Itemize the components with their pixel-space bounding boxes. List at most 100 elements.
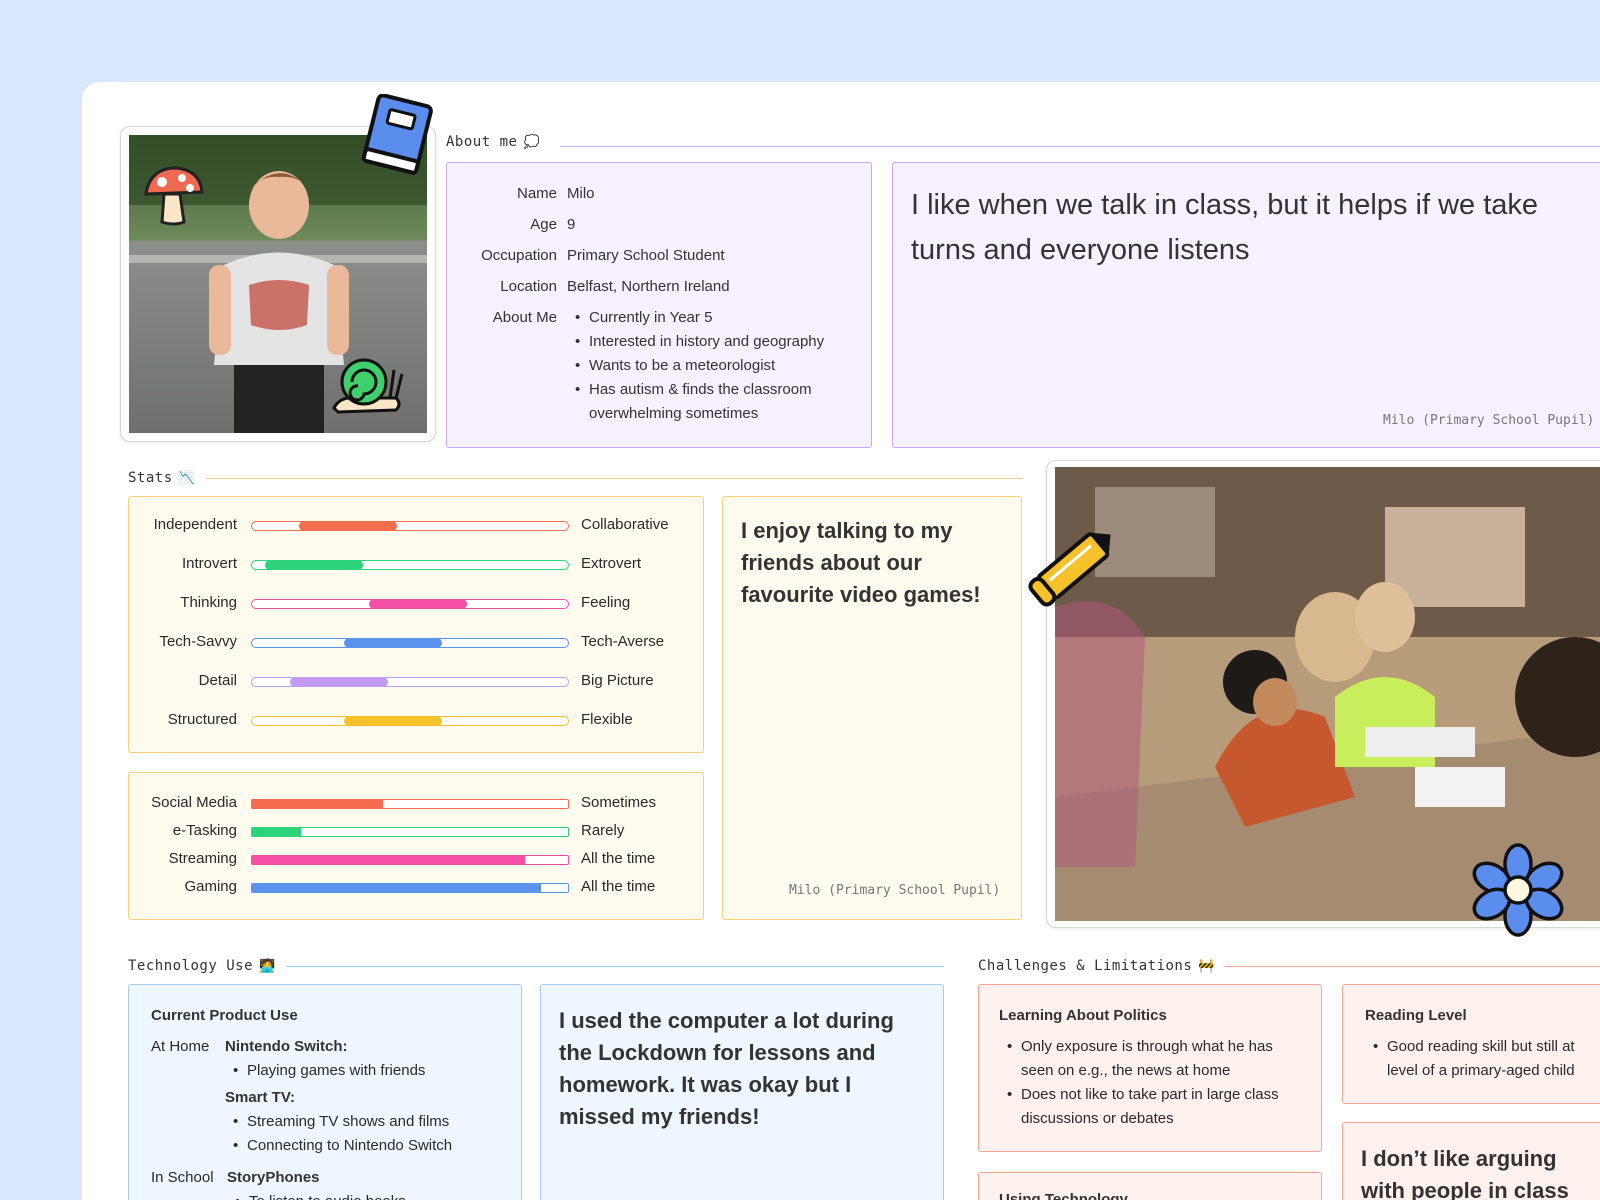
trait-right-label: Tech-Averse: [581, 633, 665, 650]
trait-slider-row: Structured Flexible: [129, 708, 703, 732]
thought-bubble-icon: 💭: [523, 134, 541, 150]
usage-bar-row: Gaming All the time: [129, 875, 703, 899]
usage-bar-row: e-Tasking Rarely: [129, 819, 703, 843]
technology-challenge-title: Using Technology: [999, 1191, 1128, 1200]
usage-bar-row: Streaming All the time: [129, 847, 703, 871]
usage-label: Social Media: [151, 794, 237, 811]
trait-slider-row: Detail Big Picture: [129, 669, 703, 693]
usage-value: Sometimes: [581, 794, 657, 811]
usage-track: [250, 798, 569, 809]
trait-left-label: Thinking: [180, 594, 237, 611]
usage-fill: [250, 854, 526, 865]
smart-tv-list: Streaming TV shows and films Connecting …: [225, 1110, 515, 1158]
current-product-use-panel: Current Product Use At Home Nintendo Swi…: [128, 984, 522, 1200]
school-label: In School: [151, 1169, 214, 1186]
list-item: Playing games with friends: [225, 1059, 515, 1083]
stats-section-divider: [206, 478, 1022, 479]
home-label: At Home: [151, 1038, 210, 1055]
stats-quote-attribution: Milo (Primary School Pupil): [789, 883, 1001, 898]
trait-track: [251, 637, 569, 648]
technology-quote-panel: I used the computer a lot during the Loc…: [540, 984, 944, 1200]
politics-panel: Learning About Politics Only exposure is…: [978, 984, 1322, 1152]
chart-icon: 📉: [178, 470, 196, 486]
technology-section-divider: [286, 966, 944, 967]
list-item: Has autism & finds the classroom overwhe…: [567, 378, 857, 426]
trait-fill: [368, 598, 467, 609]
usage-track: [250, 882, 569, 893]
politics-title: Learning About Politics: [999, 1007, 1167, 1024]
about-details-panel: Name Milo Age 9 Occupation Primary Schoo…: [446, 162, 872, 448]
trait-left-label: Detail: [198, 672, 237, 689]
usage-bar-row: Social Media Sometimes: [129, 791, 703, 815]
trait-fill: [343, 637, 442, 648]
usage-fill: [250, 826, 302, 837]
about-me-list: Currently in Year 5 Interested in histor…: [567, 306, 857, 426]
challenges-section-divider: [1224, 966, 1600, 967]
usage-label: Gaming: [184, 878, 237, 895]
usage-fill: [250, 882, 542, 893]
list-item: To listen to audio books: [227, 1190, 517, 1200]
trait-track: [251, 598, 569, 609]
trait-right-label: Big Picture: [581, 672, 654, 689]
usage-fill: [250, 798, 384, 809]
list-item: Good reading skill but still at level of…: [1365, 1035, 1595, 1083]
trait-left-label: Introvert: [181, 555, 237, 572]
list-item: Streaming TV shows and films: [225, 1110, 515, 1134]
list-item: Connecting to Nintendo Switch: [225, 1134, 515, 1158]
trait-right-label: Collaborative: [581, 516, 669, 533]
reading-level-panel: Reading Level Good reading skill but sti…: [1342, 984, 1600, 1104]
trait-right-label: Feeling: [581, 594, 631, 611]
list-item: Does not like to take part in large clas…: [999, 1083, 1299, 1131]
about-section-title: About me 💭: [446, 134, 541, 150]
trait-track: [251, 559, 569, 570]
media-usage-panel: Social Media Sometimes e-Tasking Rarely Stre…: [128, 772, 704, 920]
trait-track: [251, 715, 569, 726]
reading-level-list: Good reading skill but still at level of…: [1365, 1035, 1595, 1083]
trait-fill: [343, 715, 442, 726]
technology-challenge-panel: Using Technology: [978, 1172, 1322, 1200]
usage-value: All the time: [581, 878, 656, 895]
list-item: Currently in Year 5: [567, 306, 857, 330]
technology-section-title: Technology Use 🧑‍💻: [128, 958, 276, 974]
stats-quote-panel: I enjoy talking to my friends about our …: [722, 496, 1022, 920]
challenges-quote: I don’t like arguing with people in clas…: [1361, 1146, 1569, 1200]
usage-value: All the time: [581, 850, 656, 867]
nintendo-switch-label: Nintendo Switch:: [225, 1038, 348, 1055]
usage-value: Rarely: [581, 822, 625, 839]
trait-left-label: Structured: [167, 711, 237, 728]
pencil-sticker-icon: [1020, 516, 1126, 616]
book-sticker-icon: [360, 93, 436, 178]
storyphones-label: StoryPhones: [227, 1169, 320, 1186]
usage-track: [250, 826, 569, 837]
storyphones-list: To listen to audio books: [227, 1190, 517, 1200]
trait-right-label: Flexible: [581, 711, 633, 728]
challenges-quote-panel: I don’t like arguing with people in clas…: [1342, 1122, 1600, 1200]
usage-label: Streaming: [168, 850, 237, 867]
challenges-section-title: Challenges & Limitations 🚧: [978, 958, 1215, 974]
trait-slider-row: Tech-Savvy Tech-Averse: [129, 630, 703, 654]
usage-track: [250, 854, 569, 865]
computer-user-icon: 🧑‍💻: [259, 958, 276, 974]
current-product-use-title: Current Product Use: [151, 1007, 298, 1024]
list-item: Interested in history and geography: [567, 330, 857, 354]
about-quote-attribution: Milo (Primary School Pupil): [1383, 413, 1595, 428]
construction-barrier-icon: 🚧: [1198, 958, 1215, 974]
trait-track: [251, 676, 569, 687]
flower-sticker-icon: [1470, 842, 1566, 938]
trait-track: [251, 520, 569, 531]
trait-slider-row: Introvert Extrovert: [129, 552, 703, 576]
usage-label: e-Tasking: [172, 822, 237, 839]
trait-fill: [264, 559, 363, 570]
about-section-divider: [560, 146, 1600, 147]
trait-fill: [299, 520, 398, 531]
trait-right-label: Extrovert: [581, 555, 642, 572]
nintendo-switch-list: Playing games with friends: [225, 1059, 515, 1083]
politics-list: Only exposure is through what he has see…: [999, 1035, 1299, 1131]
list-item: Wants to be a meteorologist: [567, 354, 857, 378]
about-quote: I like when we talk in class, but it hel…: [911, 189, 1539, 266]
snail-sticker-icon: [330, 354, 406, 416]
about-quote-panel: I like when we talk in class, but it hel…: [892, 162, 1600, 448]
mushroom-sticker-icon: [140, 162, 206, 228]
smart-tv-label: Smart TV:: [225, 1089, 296, 1106]
trait-slider-row: Thinking Feeling: [129, 591, 703, 615]
